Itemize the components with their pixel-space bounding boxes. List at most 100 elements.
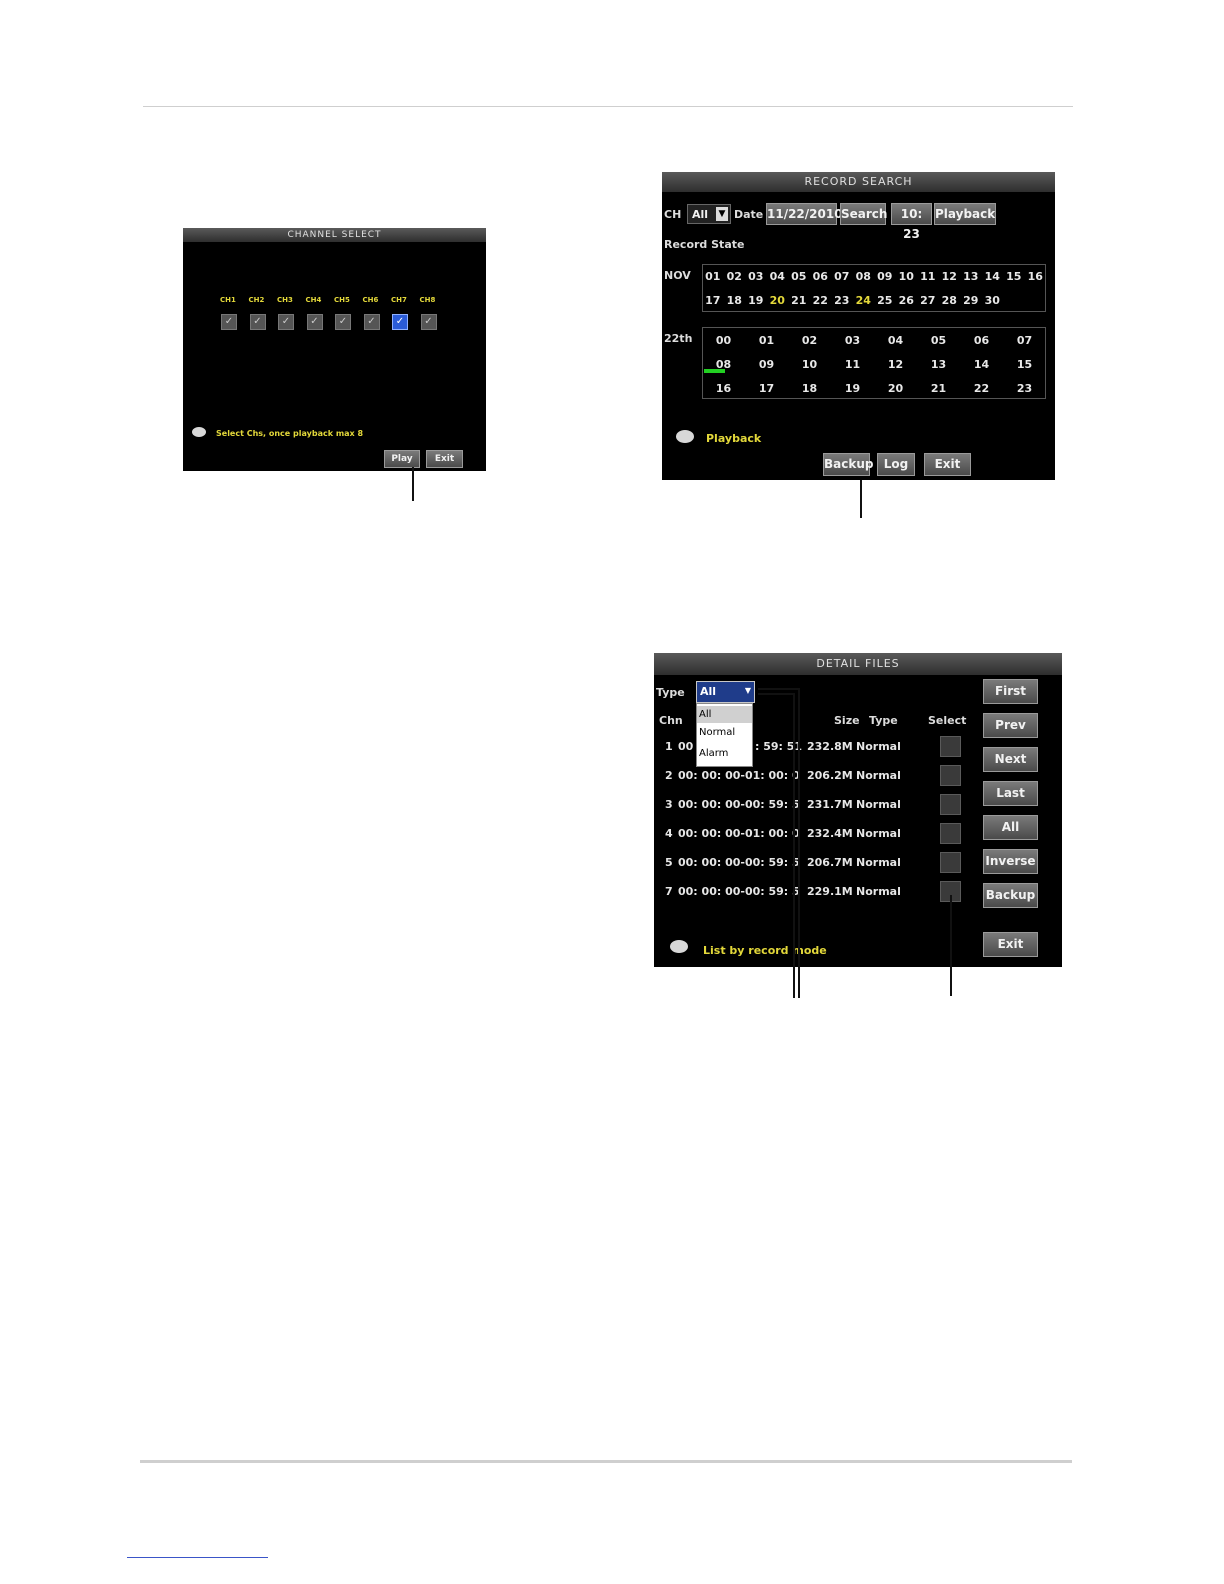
row-chn: 4 [665,827,673,840]
channel-select-screen: CHANNEL SELECT Select Chs, once playback… [183,228,486,471]
exit-button[interactable]: Exit [983,932,1038,957]
day-cell[interactable]: 18 [724,294,746,307]
side-button-last[interactable]: Last [983,781,1038,806]
day-cell[interactable]: 08 [853,270,875,283]
date-field[interactable]: 11/22/2010 [766,203,843,225]
day-cell[interactable]: 12 [939,270,961,283]
channel-checkbox[interactable]: ✓ [306,314,323,330]
hour-cell[interactable]: 22 [960,382,1003,395]
row-type: Normal [856,827,901,840]
row-select-checkbox[interactable] [940,736,961,757]
row-select-checkbox[interactable] [940,852,961,873]
day-cell[interactable]: 10 [896,270,918,283]
day-cell[interactable]: 16 [1025,270,1047,283]
hour-cell[interactable]: 00 [702,334,745,347]
hour-cell[interactable]: 09 [745,358,788,371]
day-cell[interactable]: 14 [982,270,1004,283]
channel-checkbox[interactable]: ✓ [363,314,380,330]
day-cell[interactable]: 15 [1003,270,1025,283]
day-cell[interactable]: 25 [874,294,896,307]
day-cell[interactable]: 30 [982,294,1004,307]
record-state-label: Record State [664,238,745,251]
day-cell[interactable]: 01 [702,270,724,283]
hour-cell[interactable]: 04 [874,334,917,347]
side-button-prev[interactable]: Prev [983,713,1038,738]
day-cell[interactable]: 24 [853,294,875,307]
playback-button[interactable]: Playback [934,203,996,225]
row-select-checkbox[interactable] [940,765,961,786]
hour-cell[interactable]: 20 [874,382,917,395]
hour-cell[interactable]: 11 [831,358,874,371]
time-field[interactable]: 10: 23 [891,203,932,241]
play-button[interactable]: Play [384,450,420,468]
type-option[interactable]: All [697,706,752,723]
day-label: 22th [664,332,693,345]
type-select[interactable]: All ▼ [696,681,755,703]
backup-button[interactable]: Backup [823,453,873,476]
day-cell[interactable]: 17 [702,294,724,307]
hour-cell[interactable]: 19 [831,382,874,395]
day-cell[interactable]: 26 [896,294,918,307]
hour-cell[interactable]: 15 [1003,358,1046,371]
hour-cell[interactable]: 05 [917,334,960,347]
search-button[interactable]: Search [840,203,887,225]
hour-cell[interactable]: 18 [788,382,831,395]
backup-callout-line [860,480,862,518]
type-option[interactable]: Normal [697,727,735,738]
side-button-inverse[interactable]: Inverse [983,849,1038,874]
day-cell[interactable]: 07 [831,270,853,283]
hour-cell[interactable]: 14 [960,358,1003,371]
channel-checkbox[interactable]: ✓ [335,314,351,330]
hint-icon [676,430,694,443]
day-cell[interactable]: 09 [874,270,896,283]
day-cell[interactable]: 19 [745,294,767,307]
hour-cell[interactable]: 01 [745,334,788,347]
hour-cell[interactable]: 13 [917,358,960,371]
side-button-backup[interactable]: Backup [983,883,1038,908]
log-button[interactable]: Log [877,453,915,476]
day-cell[interactable]: 06 [810,270,832,283]
day-cell[interactable]: 27 [917,294,939,307]
hour-cell[interactable]: 23 [1003,382,1046,395]
ch-label: CH [664,208,682,221]
channel-checkbox[interactable]: ✓ [278,314,294,330]
type-label: Type [656,686,685,699]
day-cell[interactable]: 28 [939,294,961,307]
day-cell[interactable]: 03 [745,270,767,283]
hour-cell[interactable]: 16 [702,382,745,395]
hour-cell[interactable]: 02 [788,334,831,347]
hour-cell[interactable]: 17 [745,382,788,395]
row-select-checkbox[interactable] [940,794,961,815]
side-button-first[interactable]: First [983,679,1038,704]
row-select-checkbox[interactable] [940,823,961,844]
day-cell[interactable]: 04 [767,270,789,283]
hour-cell[interactable]: 07 [1003,334,1046,347]
exit-button[interactable]: Exit [924,453,971,476]
ch-select[interactable]: All ▼ [687,204,731,224]
hour-cell[interactable]: 06 [960,334,1003,347]
channel-checkbox[interactable]: ✓ [420,314,437,330]
day-cell[interactable]: 23 [831,294,853,307]
hour-cell[interactable]: 12 [874,358,917,371]
hour-cell[interactable]: 08 [702,358,745,371]
channel-checkbox[interactable]: ✓ [392,314,408,330]
exit-button[interactable]: Exit [426,450,463,468]
side-button-all[interactable]: All [983,815,1038,840]
type-option[interactable]: Alarm [697,748,728,759]
ch-select-value: All [692,208,709,221]
channel-checkbox[interactable]: ✓ [221,314,237,330]
day-cell[interactable]: 22 [810,294,832,307]
hour-cell[interactable]: 21 [917,382,960,395]
day-cell[interactable]: 05 [788,270,810,283]
channel-checkbox[interactable]: ✓ [249,314,266,330]
day-cell[interactable]: 29 [960,294,982,307]
day-cell[interactable]: 02 [724,270,746,283]
day-cell[interactable]: 21 [788,294,810,307]
record-search-title: RECORD SEARCH [662,172,1055,192]
hour-cell[interactable]: 10 [788,358,831,371]
hour-cell[interactable]: 03 [831,334,874,347]
day-cell[interactable]: 11 [917,270,939,283]
day-cell[interactable]: 20 [767,294,789,307]
side-button-next[interactable]: Next [983,747,1038,772]
day-cell[interactable]: 13 [960,270,982,283]
